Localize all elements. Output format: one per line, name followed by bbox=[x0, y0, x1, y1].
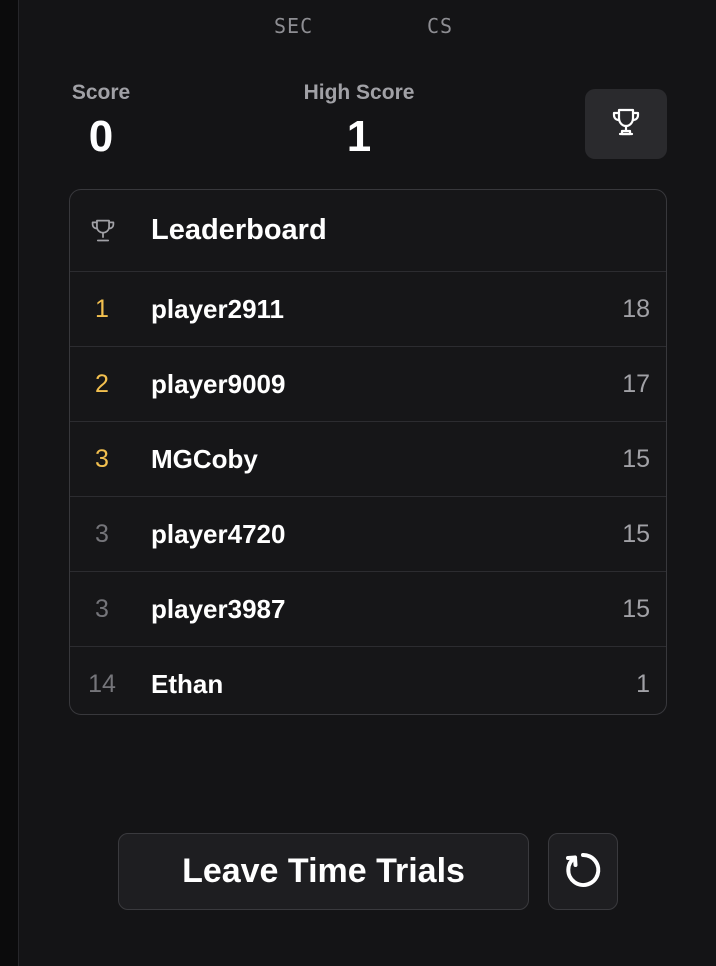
trophy-icon bbox=[609, 105, 643, 144]
restart-button[interactable] bbox=[548, 833, 618, 910]
timer-unit-cs: CS bbox=[427, 14, 454, 38]
leaderboard-title: Leaderboard bbox=[151, 214, 327, 246]
score-value: 0 bbox=[88, 112, 114, 161]
leaderboard-header: Leaderboard bbox=[70, 190, 666, 272]
leave-time-trials-button[interactable]: Leave Time Trials bbox=[118, 833, 529, 910]
rank: 3 bbox=[95, 595, 109, 623]
leaderboard-row: 3 player4720 15 bbox=[70, 497, 666, 572]
restart-icon bbox=[561, 848, 605, 895]
timer-unit-labels: SEC CS bbox=[0, 14, 716, 40]
leaderboard-row: 3 MGCoby 15 bbox=[70, 422, 666, 497]
timer-unit-sec: SEC bbox=[274, 14, 314, 38]
left-sidebar-edge bbox=[0, 0, 19, 966]
leaderboard-toggle-button[interactable] bbox=[585, 89, 667, 159]
player-score: 18 bbox=[622, 295, 650, 323]
player-score: 1 bbox=[636, 670, 650, 698]
rank: 1 bbox=[95, 295, 109, 323]
rank: 14 bbox=[88, 670, 116, 698]
player-score: 15 bbox=[622, 445, 650, 473]
trophy-icon bbox=[88, 218, 118, 244]
player-name: player4720 bbox=[151, 519, 286, 549]
player-name: MGCoby bbox=[151, 444, 258, 474]
player-name: Ethan bbox=[151, 669, 224, 699]
player-score: 15 bbox=[622, 595, 650, 623]
leaderboard-row: 1 player2911 18 bbox=[70, 272, 666, 347]
score-stat: Score 0 bbox=[60, 80, 142, 162]
player-score: 17 bbox=[622, 370, 650, 398]
high-score-stat: High Score 1 bbox=[284, 80, 434, 162]
leaderboard-row: 3 player3987 15 bbox=[70, 572, 666, 647]
high-score-label: High Score bbox=[303, 81, 415, 104]
player-score: 15 bbox=[622, 520, 650, 548]
rank: 3 bbox=[95, 445, 109, 473]
player-name: player3987 bbox=[151, 594, 286, 624]
leaderboard-panel: Leaderboard 1 player2911 18 2 player9009… bbox=[69, 189, 667, 715]
leaderboard-row: 2 player9009 17 bbox=[70, 347, 666, 422]
player-name: player2911 bbox=[151, 294, 285, 324]
score-label: Score bbox=[71, 81, 131, 104]
leaderboard-row-current-user: 14 Ethan 1 bbox=[70, 647, 666, 714]
rank: 3 bbox=[95, 520, 109, 548]
player-name: player9009 bbox=[151, 369, 286, 399]
rank: 2 bbox=[95, 370, 109, 398]
high-score-value: 1 bbox=[346, 112, 372, 161]
